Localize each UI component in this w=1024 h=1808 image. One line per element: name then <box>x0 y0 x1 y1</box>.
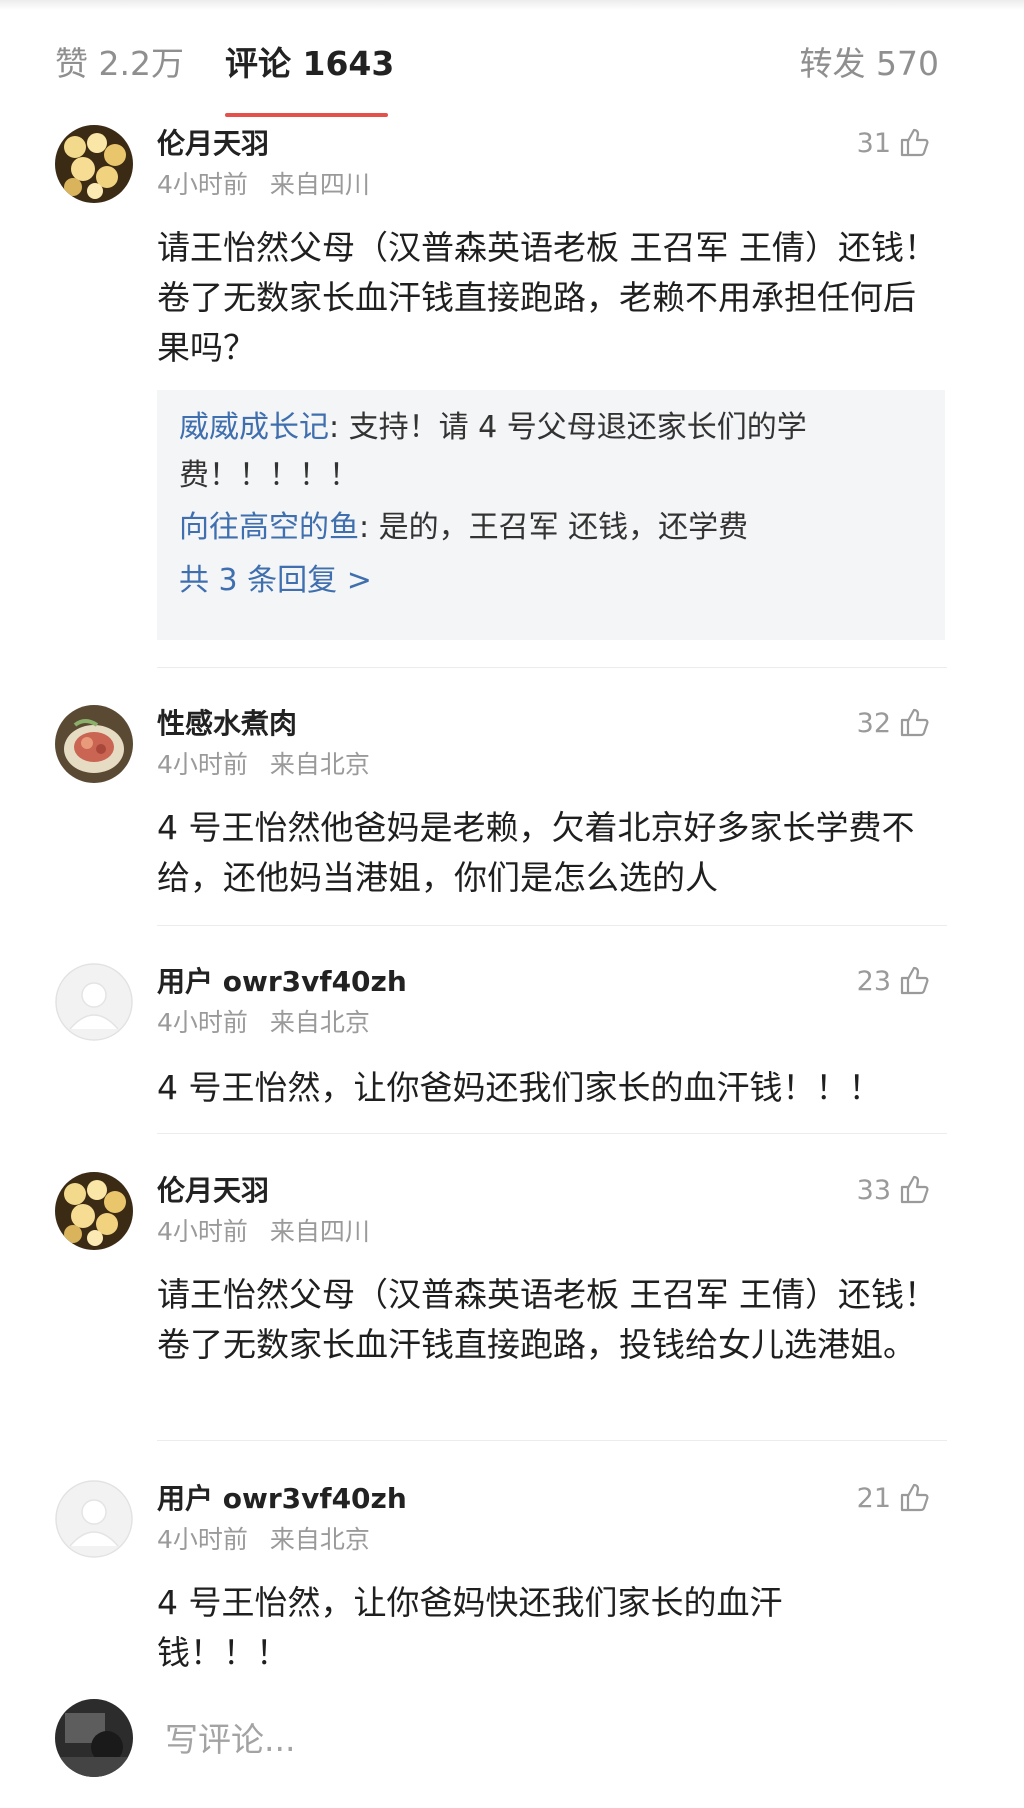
comment-time: 4小时前 <box>157 1008 248 1037</box>
comment-meta: 4小时前 来自北京 <box>157 1523 370 1557</box>
comment-input[interactable]: 写评论... <box>165 1714 965 1766</box>
thumbs-up-icon <box>900 708 929 737</box>
default-user-avatar[interactable] <box>55 1480 133 1558</box>
comment-text: 4 号王怡然，让你爸妈还我们家长的血汗钱！！！ <box>157 1068 882 1107</box>
reply-text: : 是的，王召军 还钱，还学费 <box>359 510 749 545</box>
comment-time: 4小时前 <box>157 1217 248 1246</box>
comment-meta: 4小时前 来自北京 <box>157 748 370 782</box>
comment-username[interactable]: 用户 owr3vf40zh <box>157 1480 407 1518</box>
comment-location: 来自四川 <box>269 1217 370 1246</box>
active-tab-indicator <box>225 113 388 117</box>
reply-username[interactable]: 向往高空的鱼 <box>179 510 359 545</box>
dark-photo-avatar[interactable] <box>55 1699 133 1777</box>
comment-time: 4小时前 <box>157 1525 248 1554</box>
comment-location: 来自北京 <box>269 1008 370 1037</box>
reply-item: 威威成长记: 支持！请 4 号父母退还家长们的学费！！！！！ <box>179 404 923 500</box>
like-button[interactable]: 31 <box>857 125 929 163</box>
comment-composer-bar: 写评论... <box>0 1672 1024 1808</box>
comment-text: 4 号王怡然，让你爸妈快还我们家长的血汗钱！！！ <box>157 1583 783 1672</box>
top-shadow <box>0 0 1024 10</box>
tab-likes[interactable]: 赞 2.2万 <box>55 40 184 88</box>
thumbs-up-icon <box>900 128 929 157</box>
comment-time: 4小时前 <box>157 750 248 779</box>
comment-meta: 4小时前 来自北京 <box>157 1006 370 1040</box>
divider <box>157 1440 947 1441</box>
comment-location: 来自北京 <box>269 1525 370 1554</box>
reply-preview[interactable]: 威威成长记: 支持！请 4 号父母退还家长们的学费！！！！！ 向往高空的鱼: 是… <box>157 390 945 640</box>
comment-location: 来自北京 <box>269 750 370 779</box>
comment-username[interactable]: 性感水煮肉 <box>157 705 297 743</box>
tab-comments[interactable]: 评论 1643 <box>225 40 394 88</box>
comment-text: 请王怡然父母（汉普森英语老板 王召军 王倩）还钱！卷了无数家长血汗钱直接跑路，老… <box>157 228 937 367</box>
view-more-replies-link[interactable]: 共 3 条回复 > <box>179 556 923 606</box>
like-count: 32 <box>856 708 891 739</box>
comment-username[interactable]: 用户 owr3vf40zh <box>157 963 407 1001</box>
comment-meta: 4小时前 来自四川 <box>157 1215 370 1249</box>
comment-meta: 4小时前 来自四川 <box>157 168 370 202</box>
reply-item: 向往高空的鱼: 是的，王召军 还钱，还学费 <box>179 504 923 552</box>
golden-beads-avatar[interactable] <box>55 125 133 203</box>
like-count: 21 <box>856 1483 891 1514</box>
golden-beads-avatar[interactable] <box>55 1172 133 1250</box>
divider <box>157 925 947 926</box>
thumbs-up-icon <box>900 1483 929 1512</box>
tab-reposts[interactable]: 转发 570 <box>800 40 939 88</box>
like-count: 23 <box>856 966 891 997</box>
comment-text: 请王怡然父母（汉普森英语老板 王召军 王倩）还钱！卷了无数家长血汗钱直接跑路，投… <box>157 1275 937 1364</box>
like-button[interactable]: 32 <box>857 705 929 743</box>
like-count: 33 <box>856 1175 891 1206</box>
default-user-avatar[interactable] <box>55 963 133 1041</box>
thumbs-up-icon <box>900 1175 929 1204</box>
like-button[interactable]: 21 <box>857 1480 929 1518</box>
divider <box>157 1133 947 1134</box>
comment-location: 来自四川 <box>269 170 370 199</box>
comment-username[interactable]: 伦月天羽 <box>157 125 269 163</box>
comment-time: 4小时前 <box>157 170 248 199</box>
food-plate-avatar[interactable] <box>55 705 133 783</box>
thumbs-up-icon <box>900 966 929 995</box>
divider <box>157 667 947 668</box>
like-button[interactable]: 33 <box>857 1172 929 1210</box>
like-count: 31 <box>856 128 891 159</box>
comment-username[interactable]: 伦月天羽 <box>157 1172 269 1210</box>
like-button[interactable]: 23 <box>857 963 929 1001</box>
reply-username[interactable]: 威威成长记 <box>179 410 329 445</box>
comment-tabs-bar: 赞 2.2万 评论 1643 转发 570 <box>0 0 1024 125</box>
comment-text: 4 号王怡然他爸妈是老赖，欠着北京好多家长学费不给，还他妈当港姐，你们是怎么选的… <box>157 808 915 897</box>
